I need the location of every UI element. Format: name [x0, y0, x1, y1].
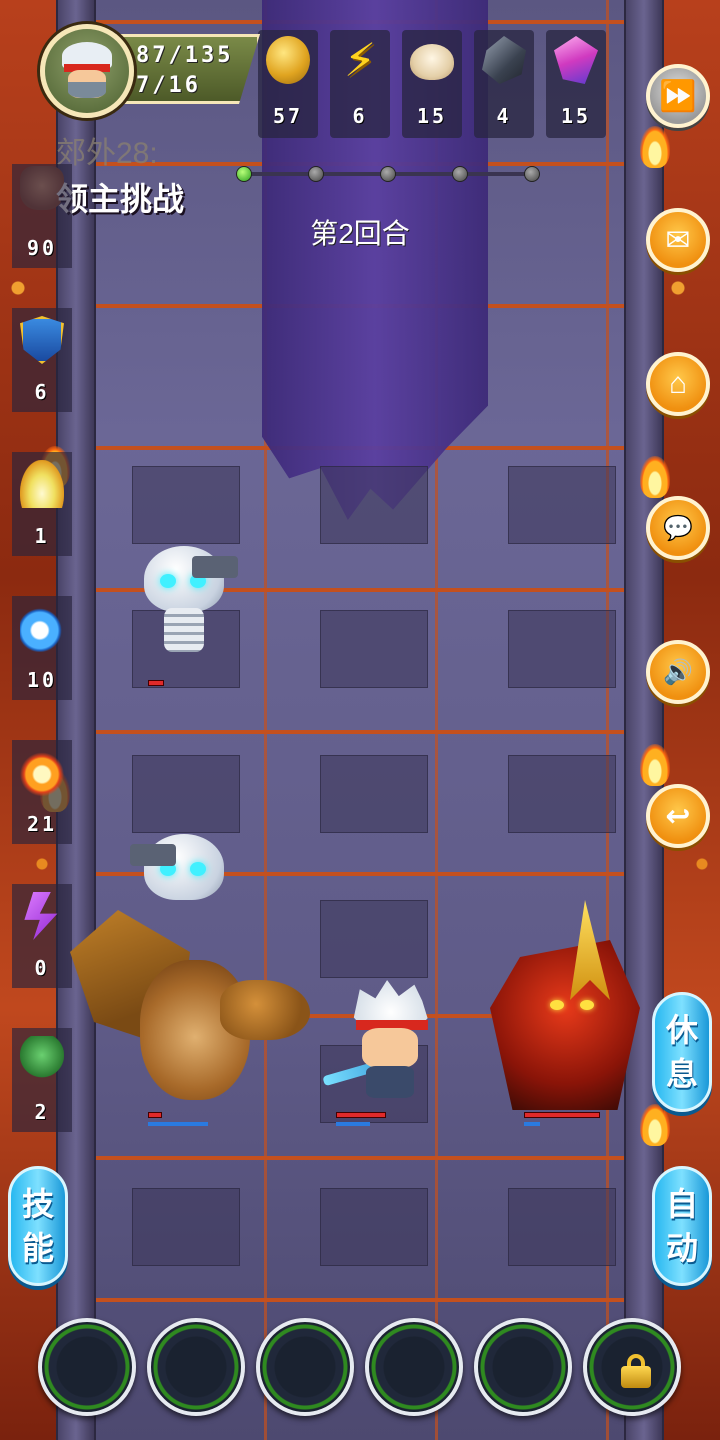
- fast-forward-button[interactable]: ⏩: [646, 64, 710, 128]
- skill-count: 6: [34, 380, 50, 404]
- coin-icon: [266, 36, 310, 84]
- sound-icon: 🔊: [663, 658, 693, 686]
- water-swirl-icon: [20, 604, 64, 652]
- lock-icon: [621, 1354, 651, 1388]
- skill-slot[interactable]: [474, 1318, 572, 1416]
- skill-slot[interactable]: [38, 1318, 136, 1416]
- mail-button[interactable]: ✉: [646, 208, 710, 272]
- resource-crystal[interactable]: 15: [546, 30, 606, 138]
- dragon-hp-bar: [148, 1112, 162, 1118]
- chat-button[interactable]: 💬: [646, 496, 710, 560]
- skills-label-1: 技: [21, 1186, 54, 1222]
- boss-hp-bar: [524, 1112, 600, 1118]
- round-progress-dot: [452, 166, 468, 182]
- skill-counter-fire[interactable]: 21: [12, 740, 72, 844]
- torch-icon: [640, 1104, 670, 1146]
- holy-flame-icon: [20, 460, 64, 508]
- boss-mp-bar: [524, 1122, 540, 1126]
- skills-label-2: 能: [21, 1230, 54, 1266]
- skill-counter-water[interactable]: 10: [12, 596, 72, 700]
- resource-food[interactable]: 15: [402, 30, 462, 138]
- grid-tile[interactable]: [320, 755, 428, 833]
- bun-icon: [410, 44, 454, 80]
- resource-ore[interactable]: 4: [474, 30, 534, 138]
- round-progress-dot: [380, 166, 396, 182]
- chat-icon: 💬: [663, 514, 693, 542]
- auto-label-2: 动: [665, 1230, 698, 1266]
- skill-count: 2: [34, 1100, 50, 1124]
- auto-button[interactable]: 自 动: [652, 1166, 712, 1286]
- auto-label-1: 自: [665, 1186, 698, 1222]
- player-hp: 87/135: [136, 43, 234, 68]
- skeleton-rider-enemy[interactable]: [130, 834, 240, 954]
- skill-count: 10: [26, 668, 58, 692]
- resource-value: 4: [496, 104, 512, 128]
- skeleton-hp-bar: [148, 680, 164, 686]
- resource-value: 15: [416, 104, 448, 128]
- skill-counter-holy-flame[interactable]: 1: [12, 452, 72, 556]
- grid-tile[interactable]: [132, 1188, 240, 1266]
- resource-energy[interactable]: ⚡ 6: [330, 30, 390, 138]
- grid-tile[interactable]: [508, 755, 616, 833]
- round-label: 第2回合: [310, 218, 410, 249]
- grid-tile[interactable]: [508, 1188, 616, 1266]
- fire-burst-icon: [20, 748, 64, 796]
- torch-icon: [640, 126, 670, 168]
- player-hero[interactable]: [322, 980, 442, 1110]
- skill-slot[interactable]: [147, 1318, 245, 1416]
- hero-hp-bar: [336, 1112, 386, 1118]
- torch-icon: [640, 456, 670, 498]
- skill-counter-shield[interactable]: 6: [12, 308, 72, 412]
- grid-tile[interactable]: [320, 900, 428, 978]
- home-button[interactable]: ⌂: [646, 352, 710, 416]
- round-progress-dot: [236, 166, 252, 182]
- skill-counter-wind[interactable]: 2: [12, 1028, 72, 1132]
- skill-count: 90: [26, 236, 58, 260]
- return-icon: ↩: [665, 799, 691, 833]
- mail-icon: ✉: [665, 223, 691, 257]
- rest-button[interactable]: 休 息: [652, 992, 712, 1112]
- player-avatar[interactable]: [40, 24, 134, 118]
- skill-slot-locked[interactable]: [583, 1318, 681, 1416]
- skill-counter-lightning[interactable]: 0: [12, 884, 72, 988]
- torch-icon: [640, 744, 670, 786]
- fast-forward-icon: ⏩: [659, 79, 697, 113]
- crystal-icon: [554, 36, 598, 84]
- grid-tile[interactable]: [508, 466, 616, 544]
- resource-value: 6: [352, 104, 368, 128]
- wind-icon: [20, 1036, 64, 1084]
- skeleton-enemy[interactable]: [130, 546, 240, 666]
- skills-button[interactable]: 技 能: [8, 1166, 68, 1286]
- player-level-progress: 7/16: [136, 73, 201, 98]
- dragon-mp-bar: [148, 1122, 208, 1126]
- rest-label-1: 休: [665, 1012, 698, 1048]
- grid-tile[interactable]: [132, 466, 240, 544]
- skill-count: 1: [34, 524, 50, 548]
- skill-count: 21: [26, 812, 58, 836]
- grid-tile[interactable]: [320, 610, 428, 688]
- resource-value: 15: [560, 104, 592, 128]
- skill-count: 0: [34, 956, 50, 980]
- hero-mp-bar: [336, 1122, 370, 1126]
- resource-value: 57: [272, 104, 304, 128]
- resource-coins[interactable]: 57: [258, 30, 318, 138]
- hero-portrait-icon: [60, 42, 114, 100]
- rest-label-2: 息: [665, 1056, 698, 1092]
- home-icon: ⌂: [668, 367, 688, 400]
- round-progress-dot: [524, 166, 540, 182]
- energy-bolt-icon: ⚡: [343, 34, 377, 86]
- round-progress-dot: [308, 166, 324, 182]
- skill-slot[interactable]: [256, 1318, 354, 1416]
- grid-tile[interactable]: [320, 1188, 428, 1266]
- grid-tile[interactable]: [320, 466, 428, 544]
- demon-lord-boss[interactable]: [470, 900, 650, 1110]
- grid-tile[interactable]: [132, 755, 240, 833]
- grid-tile[interactable]: [508, 610, 616, 688]
- skill-counter-attack[interactable]: 90: [12, 164, 72, 268]
- return-button[interactable]: ↩: [646, 784, 710, 848]
- skill-slot[interactable]: [365, 1318, 463, 1416]
- sound-button[interactable]: 🔊: [646, 640, 710, 704]
- ore-icon: [482, 36, 526, 84]
